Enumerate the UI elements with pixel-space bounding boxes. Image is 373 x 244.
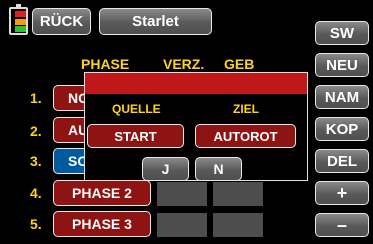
row-number-3: 3. [30, 153, 42, 169]
minus-button[interactable]: – [315, 213, 369, 237]
nam-button[interactable]: NAM [315, 85, 369, 109]
source-select-button[interactable]: START [87, 124, 184, 148]
target-label: ZIEL [233, 102, 259, 116]
dialog-title-bar [85, 73, 307, 94]
delay-cell-row-5[interactable] [157, 213, 207, 237]
battery-level-red [15, 11, 26, 17]
sw-button[interactable]: SW [315, 21, 369, 45]
plus-button[interactable]: + [315, 181, 369, 205]
phase-row-4-button[interactable]: PHASE 2 [53, 180, 151, 206]
del-button[interactable]: DEL [315, 149, 369, 173]
row-number-1: 1. [30, 90, 42, 106]
header-delay: VERZ. [163, 56, 205, 72]
row-number-2: 2. [30, 123, 42, 139]
source-label: QUELLE [112, 102, 161, 116]
back-button[interactable]: RÜCK [32, 8, 91, 35]
target-select-button[interactable]: AUTOROT [195, 124, 296, 148]
confirm-no-button[interactable]: N [195, 157, 242, 181]
confirm-yes-button[interactable]: J [142, 157, 189, 181]
delay-cell-row-4[interactable] [157, 182, 207, 206]
row-number-5: 5. [30, 216, 42, 232]
battery-level-green [15, 26, 26, 32]
switch-cell-row-5[interactable] [213, 213, 263, 237]
copy-dialog: QUELLE ZIEL START AUTOROT J N [84, 72, 308, 181]
phase-row-5-button[interactable]: PHASE 3 [53, 211, 151, 237]
switch-cell-row-4[interactable] [213, 182, 263, 206]
kop-button[interactable]: KOP [315, 117, 369, 141]
header-phase: PHASE [81, 56, 130, 72]
battery-level-orange [15, 19, 26, 25]
battery-cap [16, 4, 21, 7]
row-number-4: 4. [30, 185, 42, 201]
neu-button[interactable]: NEU [315, 53, 369, 77]
header-switch: GEB [224, 56, 255, 72]
model-name-title: Starlet [99, 8, 212, 35]
battery-icon [9, 4, 28, 35]
